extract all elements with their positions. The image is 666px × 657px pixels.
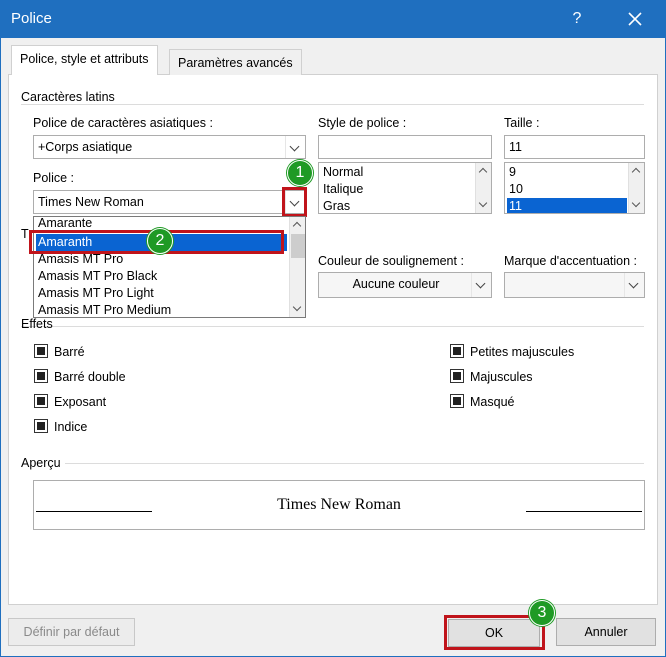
all-caps-label: Majuscules [470, 370, 533, 384]
style-option[interactable]: Italique [321, 181, 363, 198]
subscript-label: Indice [54, 420, 88, 434]
effects-group-label: Effets [21, 317, 53, 331]
scroll-down-button[interactable] [629, 197, 644, 213]
style-list-scrollbar[interactable] [475, 163, 491, 213]
style-option[interactable]: Normal [321, 164, 363, 181]
underline-color-combo[interactable]: Aucune couleur [318, 272, 492, 298]
font-option[interactable]: Amasis MT Pro Medium [36, 302, 171, 317]
latin-group-label: Caractères latins [21, 90, 119, 104]
size-list[interactable]: 9 10 11 [504, 162, 645, 214]
step-badge-2: 2 [147, 228, 173, 254]
preview-box: Times New Roman [33, 480, 645, 530]
chevron-up-icon [631, 167, 641, 177]
preview-text: Times New Roman [277, 496, 401, 513]
highlight-ok-button [444, 615, 545, 650]
underline-color-value: Aucune couleur [352, 277, 440, 291]
font-option[interactable]: Amarante [36, 217, 92, 231]
small-caps-label: Petites majuscules [470, 345, 575, 359]
strikethrough-checkbox[interactable] [34, 344, 48, 358]
font-list-scrollbar[interactable] [289, 217, 305, 317]
hidden-checkbox[interactable] [450, 394, 464, 408]
help-button[interactable]: ? [556, 5, 598, 33]
small-caps-checkbox[interactable] [450, 344, 464, 358]
asian-font-dropdown-button[interactable] [285, 136, 305, 158]
scroll-down-button[interactable] [290, 301, 305, 317]
emphasis-dropdown-button[interactable] [624, 273, 644, 297]
tab-font-style[interactable]: Police, style et attributs [11, 45, 158, 75]
size-input[interactable]: 11 [504, 135, 645, 159]
asian-font-value: +Corps asiatique [38, 140, 133, 154]
scroll-up-button[interactable] [290, 217, 305, 233]
preview-group-label: Aperçu [21, 456, 65, 470]
cancel-button[interactable]: Annuler [556, 618, 656, 646]
subscript-checkbox[interactable] [34, 419, 48, 433]
step-badge-1: 1 [287, 160, 313, 186]
emphasis-combo[interactable] [504, 272, 645, 298]
emphasis-label: Marque d'accentuation : [504, 254, 638, 268]
chevron-up-icon [292, 221, 302, 231]
style-list[interactable]: Normal Italique Gras [318, 162, 492, 214]
superscript-label: Exposant [54, 395, 107, 409]
double-strikethrough-checkbox[interactable] [34, 369, 48, 383]
highlight-font-dropdown [282, 187, 307, 217]
asian-font-combo[interactable]: +Corps asiatique [33, 135, 306, 159]
font-combo[interactable]: Times New Roman [33, 190, 306, 214]
style-label: Style de police : [318, 116, 407, 130]
set-default-button[interactable]: Définir par défaut [8, 618, 135, 646]
underline-color-dropdown-button[interactable] [471, 273, 491, 297]
size-option-selected[interactable]: 11 [507, 198, 627, 213]
effects-group-line [21, 326, 644, 327]
font-option[interactable]: Amasis MT Pro Light [36, 285, 154, 302]
superscript-checkbox[interactable] [34, 394, 48, 408]
chevron-down-icon [631, 198, 641, 208]
double-strikethrough-label: Barré double [54, 370, 126, 384]
size-value: 11 [509, 140, 522, 154]
asian-font-label: Police de caractères asiatiques : [33, 116, 213, 130]
size-option[interactable]: 9 [507, 164, 516, 181]
preview-group-line [21, 463, 644, 464]
chevron-down-icon [478, 198, 488, 208]
scroll-up-button[interactable] [629, 163, 644, 179]
scrollbar-thumb[interactable] [291, 234, 305, 258]
chevron-down-icon [292, 302, 302, 312]
window-title: Police [11, 10, 52, 27]
size-label: Taille : [504, 116, 540, 130]
scroll-up-button[interactable] [476, 163, 491, 179]
chevron-down-icon [475, 278, 486, 289]
size-list-scrollbar[interactable] [628, 163, 644, 213]
style-input[interactable] [318, 135, 492, 159]
close-button[interactable] [612, 5, 658, 33]
step-badge-3: 3 [529, 600, 555, 626]
font-label: Police : [33, 171, 74, 185]
all-caps-checkbox[interactable] [450, 369, 464, 383]
hidden-label: Masqué [470, 395, 515, 409]
chevron-down-icon [628, 278, 639, 289]
size-option[interactable]: 10 [507, 181, 523, 198]
chevron-down-icon [289, 141, 300, 152]
font-option[interactable]: Amasis MT Pro Black [36, 268, 157, 285]
chevron-up-icon [478, 167, 488, 177]
style-option[interactable]: Gras [321, 198, 350, 213]
font-value: Times New Roman [38, 195, 144, 209]
underline-color-label: Couleur de soulignement : [318, 254, 464, 268]
tab-advanced[interactable]: Paramètres avancés [169, 49, 302, 75]
strikethrough-label: Barré [54, 345, 85, 359]
close-icon [628, 12, 642, 26]
latin-group-line [21, 104, 644, 105]
scroll-down-button[interactable] [476, 197, 491, 213]
